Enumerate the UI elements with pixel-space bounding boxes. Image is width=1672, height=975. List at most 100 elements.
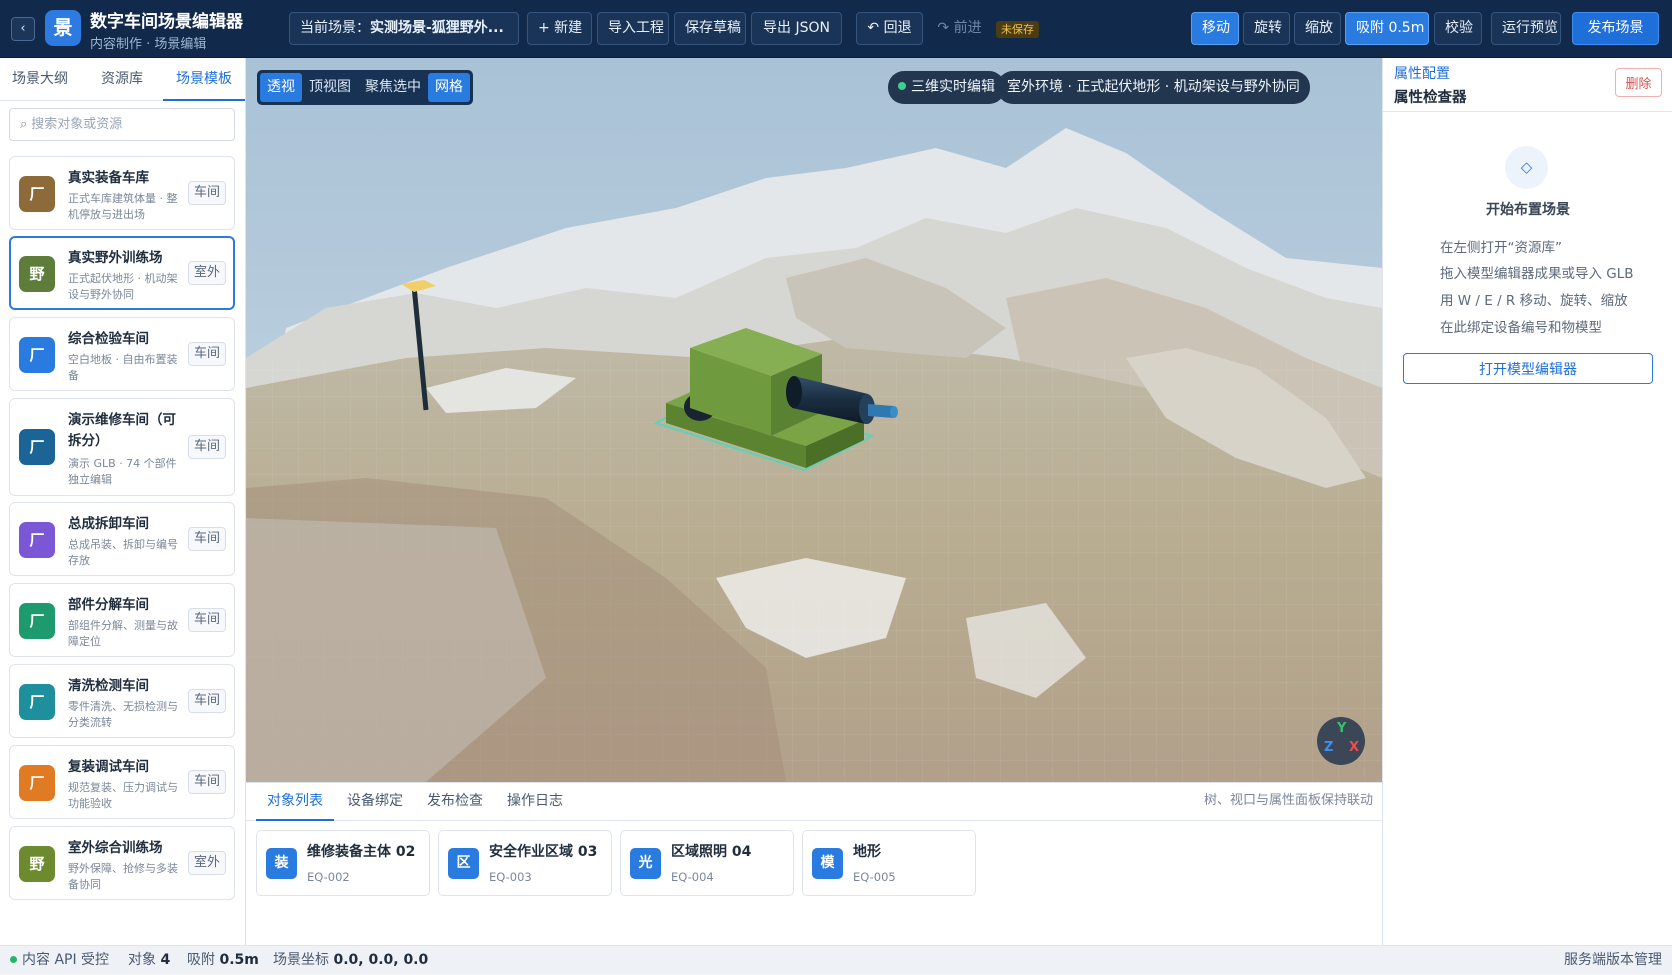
tip-line: 在左侧打开“资源库” [1440,240,1562,256]
tab-scene-outline[interactable]: 场景大纲 [0,58,80,101]
version-management: 服务端版本管理 [1564,952,1662,968]
template-tag: 车间 [187,608,226,632]
top-view-button[interactable]: 顶视图 [302,73,358,102]
template-desc: 正式起伏地形 · 机动架设与野外协同 [68,272,178,301]
grid-toggle-button[interactable]: 网格 [428,73,470,102]
diamond-icon: ◇ [1505,146,1548,189]
template-desc: 部组件分解、测量与故障定位 [68,619,178,648]
field-icon: 野 [19,846,55,882]
bottom-tabs: 对象列表 设备绑定 发布检查 操作日志 树、视口与属性面板保持联动 [246,783,1382,821]
import-project-button[interactable]: 导入工程 [597,12,669,45]
object-id: EQ-005 [853,870,896,884]
move-tool-button[interactable]: 移动 [1191,12,1239,45]
object-card[interactable]: 装 维修装备主体 02 EQ-002 [256,830,430,896]
3d-viewport[interactable]: 透视 顶视图 聚焦选中 网格 三维实时编辑 室外环境 · 正式起伏地形 · 机动… [246,58,1382,782]
save-draft-button[interactable]: 保存草稿 [674,12,746,45]
object-name: 区域照明 04 [671,844,752,860]
object-count-label: 对象 [128,952,156,968]
snap-status-label: 吸附 [187,952,215,968]
workshop-icon: 厂 [19,429,55,465]
perspective-view-button[interactable]: 透视 [260,73,302,102]
template-card[interactable]: 厂 部件分解车间 部组件分解、测量与故障定位 车间 [9,583,235,657]
template-desc: 零件清洗、无损检测与分类流转 [68,700,178,729]
axis-gizmo-icon[interactable]: Y Z X [1317,717,1365,765]
snap-toggle-button[interactable]: 吸附 0.5m [1345,12,1429,45]
snap-status-value: 0.5m [219,952,259,968]
live-dot-icon [898,82,906,90]
api-status: 内容 API 受控 [10,946,109,975]
tab-operation-log[interactable]: 操作日志 [507,783,563,821]
tab-publish-check[interactable]: 发布检查 [427,783,483,821]
tip-line: 在此绑定设备编号和物模型 [1440,320,1602,336]
scene-render[interactable] [246,58,1382,782]
bottom-panel: 对象列表 设备绑定 发布检查 操作日志 树、视口与属性面板保持联动 装 维修装备… [246,782,1382,945]
rotate-tool-button[interactable]: 旋转 [1243,12,1290,45]
workshop-icon: 厂 [19,603,55,639]
template-desc: 野外保障、抢修与多装备协同 [68,862,178,891]
delete-button[interactable]: 删除 [1615,68,1662,97]
axis-x-label: X [1349,740,1360,755]
undo-button[interactable]: ↶ 回退 [856,12,923,45]
template-card[interactable]: 厂 总成拆卸车间 总成吊装、拆卸与编号存放 车间 [9,502,235,576]
template-tag: 车间 [187,527,226,551]
equipment-icon: 装 [266,848,297,879]
tab-scene-templates[interactable]: 场景模板 [163,58,245,101]
template-card[interactable]: 野 室外综合训练场 野外保障、抢修与多装备协同 室外 [9,826,235,900]
workshop-icon: 厂 [19,684,55,720]
scale-tool-button[interactable]: 缩放 [1294,12,1341,45]
open-model-editor-button[interactable]: 打开模型编辑器 [1403,353,1653,384]
object-id: EQ-003 [489,870,532,884]
scene-coordinates-label: 场景坐标 [273,952,329,968]
template-card[interactable]: 厂 演示维修车间（可拆分） 演示 GLB · 74 个部件独立编辑 车间 [9,398,235,496]
view-toolbar: 透视 顶视图 聚焦选中 网格 [257,70,473,105]
publish-scene-button[interactable]: 发布场景 [1572,12,1659,45]
scene-selector[interactable]: 当前场景：实测场景-狐狸野外... [289,12,519,45]
axis-y-label: Y [1337,721,1347,736]
object-id: EQ-002 [307,870,350,884]
back-button[interactable]: ‹ [11,17,35,41]
template-tag: 车间 [187,342,226,366]
run-preview-button[interactable]: 运行预览 [1491,12,1561,45]
new-button[interactable]: + 新建 [527,12,592,45]
app-title: 数字车间场景编辑器 [90,12,243,32]
template-card-selected[interactable]: 野 真实野外训练场 正式起伏地形 · 机动架设与野外协同 室外 [9,236,235,310]
app-logo: 景 [45,10,81,46]
tab-device-binding[interactable]: 设备绑定 [347,783,403,821]
search-icon: ⌕ [20,117,28,132]
redo-button[interactable]: ↷ 前进 [926,12,993,45]
template-card[interactable]: 厂 清洗检测车间 零件清洗、无损检测与分类流转 车间 [9,664,235,738]
empty-state-title: 开始布置场景 [1486,202,1570,218]
tip-line: 拖入模型编辑器成果或导入 GLB [1440,266,1634,282]
template-card[interactable]: 厂 复装调试车间 规范复装、压力调试与功能验收 车间 [9,745,235,819]
status-bar: 内容 API 受控 对象 4 吸附 0.5m 场景坐标 0.0, 0.0, 0.… [0,945,1672,974]
status-dot-icon [10,956,17,963]
scene-coordinates-value: 0.0, 0.0, 0.0 [333,952,429,968]
inspector-title: 属性检查器 [1394,90,1467,106]
template-desc: 规范复装、压力调试与功能验收 [68,781,178,810]
top-toolbar: ‹ 景 数字车间场景编辑器 内容制作 · 场景编辑 当前场景：实测场景-狐狸野外… [0,0,1672,58]
export-json-button[interactable]: 导出 JSON [751,12,842,45]
snap-status: 吸附 0.5m [187,946,259,975]
focus-selected-button[interactable]: 聚焦选中 [358,73,428,102]
template-desc: 正式车库建筑体量 · 整机停放与进出场 [68,192,178,221]
divider [1383,111,1672,112]
tab-object-list[interactable]: 对象列表 [256,783,334,821]
template-card[interactable]: 厂 真实装备车库 正式车库建筑体量 · 整机停放与进出场 车间 [9,156,235,230]
object-card[interactable]: 模 地形 EQ-005 [802,830,976,896]
object-card[interactable]: 光 区域照明 04 EQ-004 [620,830,794,896]
scene-coordinates: 场景坐标 0.0, 0.0, 0.0 [273,946,428,975]
template-tag: 车间 [187,770,226,794]
workshop-icon: 厂 [19,522,55,558]
search-input[interactable]: ⌕ 搜索对象或资源 [9,108,235,141]
template-desc: 总成吊装、拆卸与编号存放 [68,538,178,567]
workshop-icon: 厂 [19,337,55,373]
validate-button[interactable]: 校验 [1434,12,1482,45]
template-card[interactable]: 厂 综合检验车间 空白地板 · 自由布置装备 车间 [9,317,235,391]
light-icon: 光 [630,848,661,879]
template-tag: 室外 [187,851,226,875]
template-name: 复装调试车间 [68,759,149,775]
template-name: 综合检验车间 [68,331,149,347]
template-name: 真实装备车库 [68,170,149,186]
object-card[interactable]: 区 安全作业区域 03 EQ-003 [438,830,612,896]
tab-asset-library[interactable]: 资源库 [82,58,162,101]
